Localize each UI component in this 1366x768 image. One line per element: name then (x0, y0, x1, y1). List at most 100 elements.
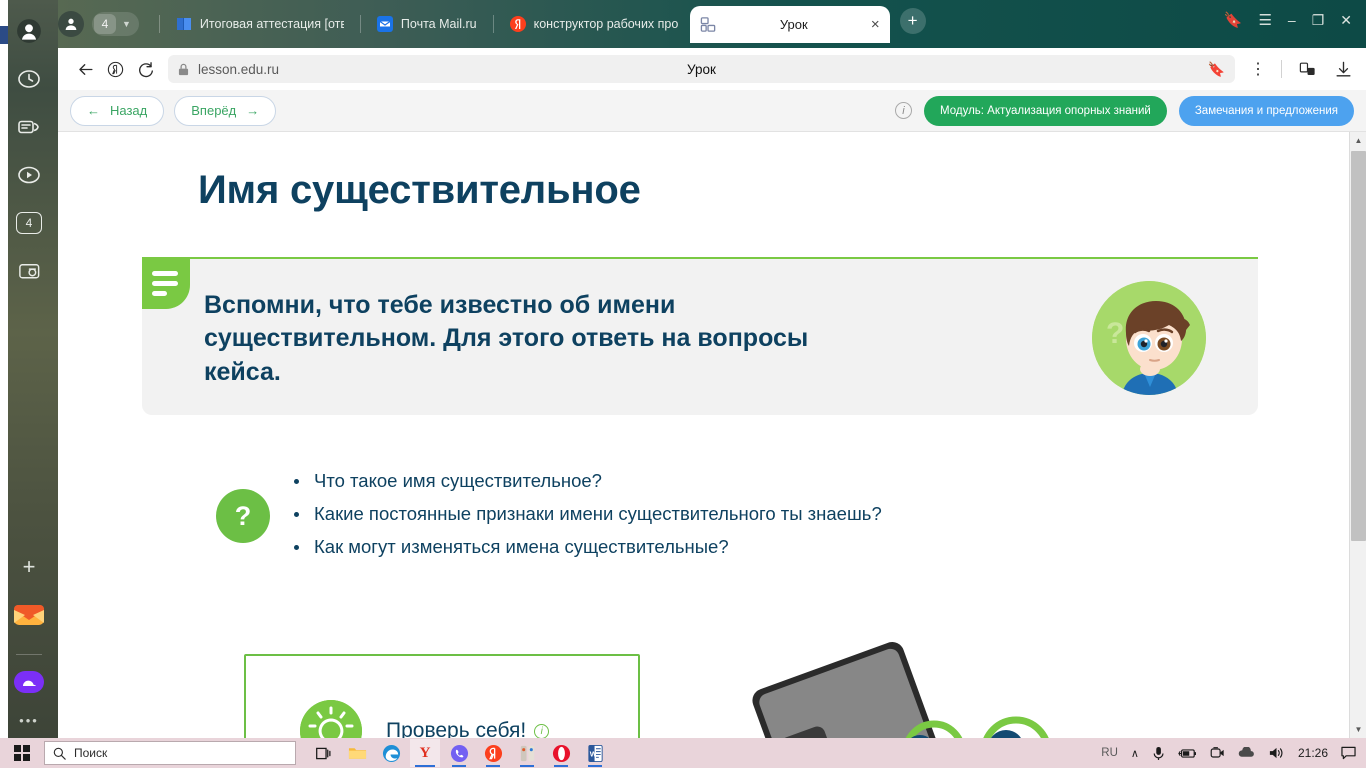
notification-icon[interactable] (1341, 746, 1356, 760)
profile-icon (65, 18, 77, 30)
download-icon[interactable] (1332, 54, 1354, 84)
address-bar: lesson.edu.ru Урок 🔖 ⋮ (58, 48, 1366, 90)
minimize-button[interactable]: – (1288, 12, 1296, 28)
battery-charging-icon[interactable] (1178, 747, 1196, 760)
feedback-button[interactable]: Замечания и предложения (1178, 95, 1354, 126)
url-input[interactable]: lesson.edu.ru Урок 🔖 (168, 55, 1235, 83)
pinned-tab-3[interactable]: конструктор рабочих про (504, 9, 684, 39)
task-view-icon (315, 747, 331, 759)
sidebar-item-screenshot[interactable] (12, 254, 46, 288)
question-list: Что такое имя существительное? Какие пос… (292, 465, 882, 564)
sidebar-item-disk[interactable] (12, 665, 46, 699)
close-icon[interactable]: × (871, 17, 880, 32)
page-title: Урок (687, 61, 716, 77)
browser-titlebar: 4 ▼ Итоговая аттестация [отв Почта Mail.… (0, 0, 1366, 48)
thinking-boy-avatar: ?! (1092, 281, 1206, 395)
kebab-menu-icon[interactable]: ⋮ (1249, 54, 1267, 84)
bookmark-icon[interactable]: 🔖 (1208, 61, 1225, 78)
task-view-button[interactable] (308, 739, 338, 767)
maximize-button[interactable]: ❐ (1312, 12, 1325, 29)
lock-icon (178, 63, 189, 75)
pinned-tab-2[interactable]: Почта Mail.ru (371, 9, 483, 39)
profile-avatar[interactable] (58, 11, 84, 37)
profile-switcher[interactable]: 4 ▼ (92, 12, 139, 36)
question-block: ? Что такое имя существительное? Какие п… (216, 465, 1348, 564)
pinned-tab-1[interactable]: Итоговая аттестация [отв (170, 9, 350, 39)
taskbar-app-explorer[interactable] (342, 739, 372, 767)
active-tab-title: Урок (779, 16, 808, 32)
module-badge-button[interactable]: Модуль: Актуализация опорных знаний (924, 95, 1167, 126)
arrow-left-icon (78, 63, 93, 75)
check-yourself-card[interactable]: Проверь себя! i (244, 654, 640, 738)
back-button[interactable] (70, 54, 100, 84)
scroll-down-arrow-icon[interactable]: ▼ (1350, 721, 1366, 738)
active-tab[interactable]: Урок × (689, 5, 890, 43)
history-clock-icon (18, 70, 40, 88)
browser-window: 4 ▼ Итоговая аттестация [отв Почта Mail.… (0, 0, 1366, 768)
app-icon (520, 745, 534, 761)
scroll-up-arrow-icon[interactable]: ▲ (1350, 132, 1366, 149)
divider (16, 654, 42, 655)
taskbar-app-yandex-browser[interactable]: Y (410, 739, 440, 767)
microphone-icon[interactable] (1152, 746, 1165, 761)
tabstrip: 4 ▼ Итоговая аттестация [отв Почта Mail.… (0, 0, 926, 48)
sidebar-item-add[interactable]: + (12, 550, 46, 584)
info-icon[interactable]: i (534, 723, 550, 738)
next-step-button[interactable]: Вперёд → (174, 95, 277, 126)
profile-icon (17, 19, 41, 43)
taskbar-app-viber[interactable] (444, 739, 474, 767)
battery-glyph (1178, 748, 1196, 758)
vertical-scrollbar[interactable]: ▲ ▼ (1349, 132, 1366, 738)
collections-icon (18, 120, 39, 134)
collections-icon[interactable]: 🔖 (1224, 13, 1243, 28)
word-icon: W (587, 744, 603, 762)
taskbar-app-generic[interactable] (512, 739, 542, 767)
search-placeholder: Поиск (74, 746, 108, 760)
close-button[interactable]: ✕ (1340, 12, 1352, 29)
sidebar-item-profile[interactable] (12, 14, 46, 48)
blocks-icon (700, 16, 715, 32)
cloud-icon[interactable] (1238, 747, 1255, 759)
tray-expand-chevron-icon[interactable]: ∧ (1131, 747, 1139, 760)
taskbar-app-edge[interactable] (376, 739, 406, 767)
more-dots-icon[interactable]: ••• (19, 713, 39, 728)
address-bar-actions: ⋮ (1243, 54, 1354, 84)
volume-icon[interactable] (1268, 746, 1285, 760)
language-indicator[interactable]: RU (1101, 747, 1118, 759)
hamburger-icon[interactable]: ☰ (1258, 13, 1271, 28)
viber-icon (450, 744, 468, 762)
download-glyph (1335, 61, 1351, 77)
sidebar-item-tab-count[interactable]: 4 (12, 206, 46, 240)
taskbar-app-word[interactable]: W (580, 739, 610, 767)
sidebar-item-collections[interactable] (12, 110, 46, 144)
start-button[interactable] (0, 745, 44, 761)
volume-glyph (1269, 747, 1283, 759)
pinned-tab-title: Почта Mail.ru (400, 17, 477, 31)
search-input[interactable]: Поиск (44, 741, 296, 765)
yandex-home-button[interactable] (100, 54, 130, 84)
prev-step-button[interactable]: ← Назад (70, 95, 165, 126)
info-icon[interactable]: i (895, 102, 913, 119)
camera-icon[interactable] (1209, 746, 1225, 760)
check-yourself-label: Проверь себя! i (386, 719, 550, 738)
lightbulb-glyph (300, 700, 362, 738)
split-screen-icon[interactable] (1296, 54, 1318, 84)
file-explorer-icon (348, 747, 366, 759)
search-icon (53, 747, 66, 760)
tab-count-label: 4 (16, 212, 42, 234)
taskbar-apps: Y W (308, 739, 610, 767)
taskbar-app-yandex[interactable] (478, 739, 508, 767)
taskbar-clock[interactable]: 21:26 (1298, 746, 1328, 760)
yandex-icon (509, 16, 526, 32)
reload-button[interactable] (130, 54, 160, 84)
screenshot-icon (18, 263, 39, 278)
sidebar-item-history[interactable] (12, 62, 46, 96)
taskbar-app-opera[interactable] (546, 739, 576, 767)
sidebar-item-mail[interactable] (12, 598, 46, 632)
windows-start-icon (14, 745, 30, 761)
sidebar-item-video[interactable] (12, 158, 46, 192)
split-screen-glyph (1299, 62, 1315, 75)
new-tab-button[interactable]: + (899, 8, 926, 34)
lesson-toolbar-right: i Модуль: Актуализация опорных знаний За… (895, 95, 1354, 126)
scrollbar-thumb[interactable] (1351, 151, 1366, 541)
